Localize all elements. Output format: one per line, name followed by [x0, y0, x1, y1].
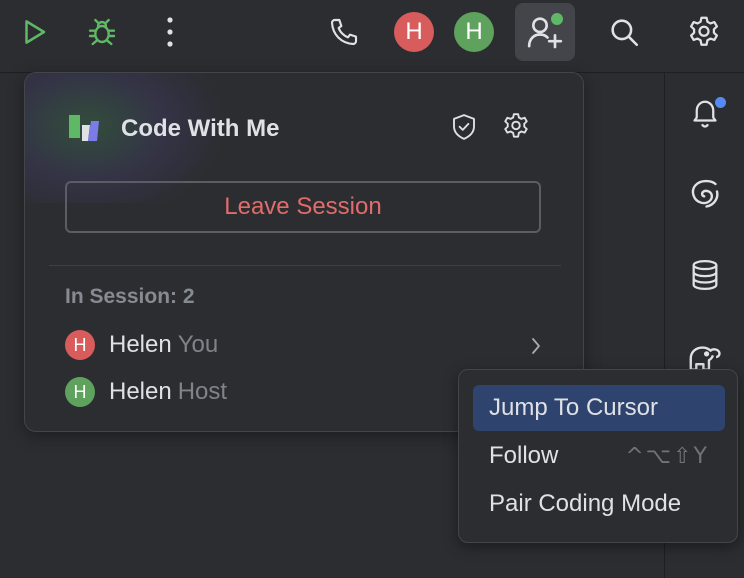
run-button[interactable] [12, 8, 56, 56]
avatar-initial: H [405, 18, 423, 45]
user-avatar-guest[interactable]: H [394, 12, 434, 52]
call-button[interactable] [322, 8, 366, 56]
more-vertical-icon [167, 17, 173, 47]
code-with-me-logo-icon [69, 115, 99, 141]
session-settings-button[interactable] [501, 111, 535, 147]
gear-icon [689, 16, 719, 46]
spiral-icon [691, 179, 719, 208]
menu-item-label: Jump To Cursor [489, 394, 658, 421]
avatar-initial: H [465, 18, 483, 45]
search-button[interactable] [602, 8, 646, 56]
code-with-me-button[interactable] [515, 3, 575, 61]
run-icon [25, 20, 46, 44]
member-context-menu: Jump To Cursor Follow ^⌥⇧Y Pair Coding M… [458, 369, 738, 543]
menu-item-pair-coding-mode[interactable]: Pair Coding Mode [473, 481, 725, 527]
divider [49, 265, 561, 266]
member-avatar: H [65, 377, 95, 407]
user-avatar-host[interactable]: H [454, 12, 494, 52]
active-session-dot [549, 11, 565, 27]
session-member-row[interactable]: H Helen You [65, 327, 218, 363]
member-name: Helen [109, 378, 172, 405]
in-session-label: In Session: 2 [65, 285, 195, 308]
session-member-row[interactable]: H Helen Host [65, 374, 227, 410]
menu-item-label: Pair Coding Mode [489, 490, 682, 517]
main-toolbar: H H [0, 0, 744, 73]
menu-item-label: Follow [489, 442, 559, 469]
avatar-initial: H [73, 334, 87, 355]
popup-title: Code With Me [121, 115, 280, 142]
member-name: Helen [109, 331, 172, 358]
more-actions-button[interactable] [148, 8, 192, 56]
member-role: Host [177, 378, 228, 405]
database-icon [692, 259, 718, 291]
debug-button[interactable] [80, 8, 124, 56]
database-button[interactable] [683, 253, 727, 297]
notifications-button[interactable] [683, 91, 728, 135]
security-button[interactable] [449, 111, 483, 147]
search-icon [611, 19, 639, 47]
chevron-right-icon[interactable] [529, 335, 543, 357]
member-avatar: H [65, 330, 95, 360]
menu-item-follow[interactable]: Follow ^⌥⇧Y [473, 433, 725, 479]
gear-icon [504, 113, 528, 138]
menu-item-shortcut: ^⌥⇧Y [625, 443, 709, 469]
phone-icon [330, 18, 358, 46]
avatar-initial: H [73, 381, 87, 402]
ai-assistant-button[interactable] [683, 171, 727, 215]
bug-icon [88, 18, 116, 46]
menu-item-jump-to-cursor[interactable]: Jump To Cursor [473, 385, 725, 431]
settings-button[interactable] [682, 8, 726, 56]
leave-session-button[interactable]: Leave Session [65, 181, 541, 233]
notification-badge [713, 95, 728, 110]
shield-check-icon [453, 114, 475, 140]
member-role: You [177, 331, 219, 358]
